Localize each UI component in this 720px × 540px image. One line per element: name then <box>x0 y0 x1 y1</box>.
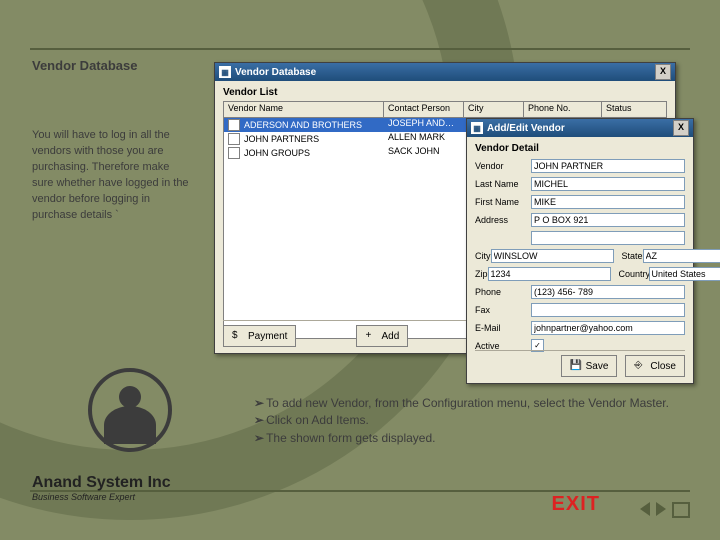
save-icon: 💾 <box>570 360 582 372</box>
col-status[interactable]: Status <box>602 102 666 118</box>
window-title: Vendor Database <box>235 67 316 78</box>
city-field[interactable] <box>491 249 614 263</box>
door-icon: ⎆ <box>634 360 646 372</box>
vendor-field[interactable] <box>531 159 685 173</box>
label-vendor: Vendor <box>475 161 531 171</box>
hint-line: ➢The shown form gets displayed. <box>254 430 684 447</box>
label-active: Active <box>475 341 531 351</box>
content: Vendor Database You will have to log in … <box>0 0 720 540</box>
label-state: State <box>622 251 643 261</box>
money-icon: $ <box>232 330 244 342</box>
bullet-icon: ➢ <box>254 413 264 427</box>
label-lastname: Last Name <box>475 179 531 189</box>
state-field[interactable] <box>643 249 720 263</box>
window-title: Add/Edit Vendor <box>487 123 565 134</box>
firstname-field[interactable] <box>531 195 685 209</box>
titlebar[interactable]: ▦ Add/Edit Vendor X <box>467 119 693 137</box>
vendor-form: Vendor Last Name First Name Address City… <box>475 159 685 353</box>
close-icon[interactable]: X <box>655 64 671 80</box>
vendor-list-label: Vendor List <box>223 87 277 98</box>
prev-icon[interactable] <box>640 502 650 516</box>
label-phone: Phone <box>475 287 531 297</box>
home-icon[interactable] <box>672 502 690 518</box>
address-field[interactable] <box>531 213 685 227</box>
close-icon[interactable]: X <box>673 120 689 136</box>
company-logo <box>88 368 172 452</box>
add-edit-vendor-window: ▦ Add/Edit Vendor X Vendor Detail Vendor… <box>466 118 694 384</box>
page-title: Vendor Database <box>32 58 138 73</box>
next-icon[interactable] <box>656 502 666 516</box>
row-checkbox[interactable] <box>228 119 240 131</box>
col-vendor-name[interactable]: Vendor Name <box>224 102 384 118</box>
window-icon: ▦ <box>471 122 483 134</box>
phone-field[interactable] <box>531 285 685 299</box>
label-email: E-Mail <box>475 323 531 333</box>
window-icon: ▦ <box>219 66 231 78</box>
country-field[interactable] <box>649 267 720 281</box>
col-contact[interactable]: Contact Person <box>384 102 464 118</box>
company-tagline: Business Software Expert <box>32 492 171 502</box>
close-button[interactable]: ⎆Close <box>625 355 685 377</box>
hints-block: ➢To add new Vendor, from the Configurati… <box>254 395 684 447</box>
fax-field[interactable] <box>531 303 685 317</box>
hint-line: ➢Click on Add Items. <box>254 412 684 429</box>
plus-icon: + <box>365 330 377 342</box>
label-address: Address <box>475 215 531 225</box>
row-checkbox[interactable] <box>228 133 240 145</box>
label-city: City <box>475 251 491 261</box>
save-bar: 💾Save ⎆Close <box>475 350 685 377</box>
body-paragraph: You will have to log in all the vendors … <box>32 128 192 224</box>
col-phone[interactable]: Phone No. <box>524 102 602 118</box>
add-button[interactable]: +Add <box>356 325 408 347</box>
save-button[interactable]: 💾Save <box>561 355 618 377</box>
label-zip: Zip <box>475 269 488 279</box>
slide: Vendor Database You will have to log in … <box>0 0 720 540</box>
company-block: Anand System Inc Business Software Exper… <box>32 474 171 502</box>
label-firstname: First Name <box>475 197 531 207</box>
col-city[interactable]: City <box>464 102 524 118</box>
label-country: Country <box>619 269 649 279</box>
slide-nav <box>640 502 690 518</box>
titlebar[interactable]: ▦ Vendor Database X <box>215 63 675 81</box>
company-name: Anand System Inc <box>32 474 171 492</box>
vendor-detail-label: Vendor Detail <box>475 143 539 154</box>
zip-field[interactable] <box>488 267 611 281</box>
label-fax: Fax <box>475 305 531 315</box>
bullet-icon: ➢ <box>254 431 264 445</box>
email-field[interactable] <box>531 321 685 335</box>
bullet-icon: ➢ <box>254 396 264 410</box>
row-checkbox[interactable] <box>228 147 240 159</box>
hint-line: ➢To add new Vendor, from the Configurati… <box>254 395 684 412</box>
exit-button[interactable]: EXIT <box>552 493 600 516</box>
payment-button[interactable]: $Payment <box>223 325 296 347</box>
lastname-field[interactable] <box>531 177 685 191</box>
address2-field[interactable] <box>531 231 685 245</box>
